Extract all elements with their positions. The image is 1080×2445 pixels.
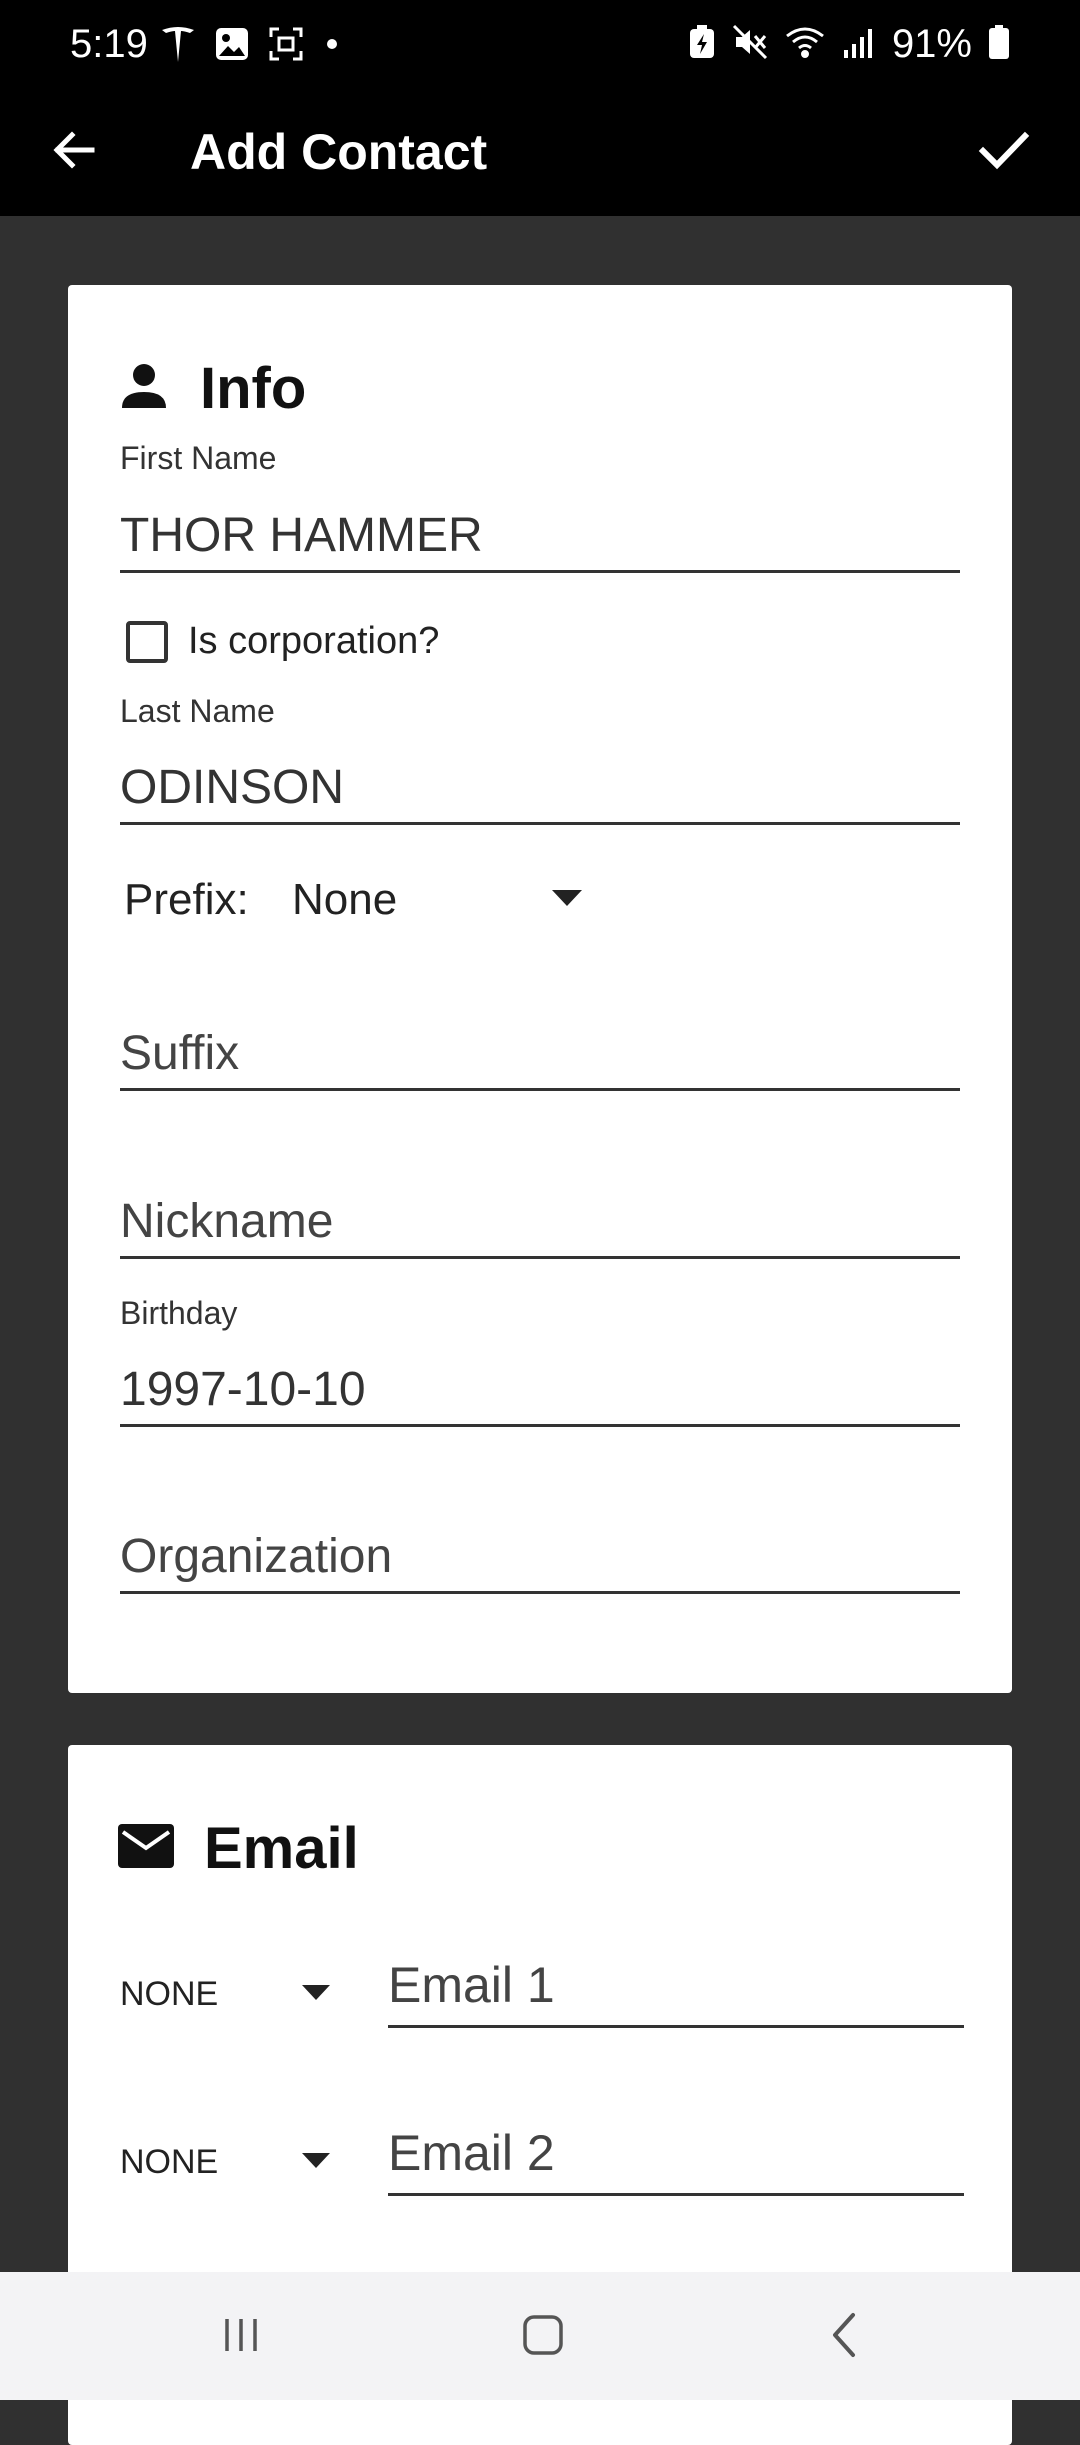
email-title: Email bbox=[204, 1816, 359, 1881]
signal-icon bbox=[842, 24, 876, 65]
person-icon bbox=[118, 360, 170, 417]
dropdown-arrow-icon bbox=[302, 2152, 330, 2173]
back-button[interactable] bbox=[40, 118, 108, 186]
info-header: Info bbox=[118, 355, 306, 422]
prefix-row: Prefix: None bbox=[124, 875, 582, 925]
nickname-field[interactable] bbox=[120, 1186, 960, 1259]
prefix-value: None bbox=[292, 875, 398, 924]
back-icon bbox=[825, 2310, 865, 2365]
email-type-value: NONE bbox=[120, 2143, 219, 2181]
nav-back-button[interactable] bbox=[810, 2302, 880, 2372]
wifi-icon bbox=[784, 24, 826, 65]
tesla-icon bbox=[160, 24, 196, 69]
dot-icon bbox=[322, 26, 342, 67]
arrow-left-icon bbox=[50, 126, 98, 179]
dropdown-arrow-icon bbox=[552, 889, 582, 911]
mail-icon bbox=[118, 1822, 174, 1875]
recent-apps-icon bbox=[219, 2313, 263, 2362]
status-left-icons bbox=[160, 24, 342, 69]
save-button[interactable] bbox=[968, 116, 1040, 188]
dropdown-arrow-icon bbox=[302, 1984, 330, 2005]
is-corporation-label: Is corporation? bbox=[188, 620, 440, 662]
status-bar: 5:19 91% bbox=[0, 0, 1080, 88]
organization-field[interactable] bbox=[120, 1521, 960, 1594]
info-title: Info bbox=[200, 356, 307, 421]
mute-icon bbox=[732, 24, 768, 65]
last-name-label: Last Name bbox=[120, 693, 275, 729]
is-corporation-checkbox[interactable]: Is corporation? bbox=[126, 620, 439, 663]
prefix-dropdown[interactable]: None bbox=[292, 875, 582, 925]
email-header: Email bbox=[118, 1815, 359, 1882]
first-name-field[interactable] bbox=[120, 500, 960, 573]
system-nav-bar bbox=[0, 2272, 1080, 2400]
email-type-value: NONE bbox=[120, 1975, 219, 2013]
last-name-field[interactable] bbox=[120, 752, 960, 825]
home-icon bbox=[520, 2312, 566, 2363]
home-button[interactable] bbox=[508, 2302, 578, 2372]
battery-percent: 91% bbox=[891, 22, 972, 66]
birthday-label: Birthday bbox=[120, 1295, 238, 1331]
check-icon bbox=[978, 124, 1030, 181]
status-time: 5:19 bbox=[70, 22, 148, 66]
email-row: NONE bbox=[120, 2113, 964, 2203]
first-name-label: First Name bbox=[120, 440, 277, 476]
email-row: NONE bbox=[120, 1945, 964, 2035]
email-type-dropdown[interactable]: NONE bbox=[120, 1975, 330, 2014]
checkbox-box[interactable] bbox=[126, 620, 168, 663]
email-2-field[interactable] bbox=[388, 2113, 964, 2196]
email-1-field[interactable] bbox=[388, 1945, 964, 2028]
battery-saver-icon bbox=[688, 24, 716, 65]
birthday-field[interactable] bbox=[120, 1354, 960, 1427]
app-bar: Add Contact bbox=[0, 88, 1080, 216]
page-title: Add Contact bbox=[190, 124, 488, 180]
prefix-label: Prefix: bbox=[124, 875, 249, 924]
recent-apps-button[interactable] bbox=[206, 2302, 276, 2372]
email-type-dropdown[interactable]: NONE bbox=[120, 2143, 330, 2182]
status-right: 91% bbox=[688, 18, 1010, 70]
screenshot-icon bbox=[268, 26, 304, 67]
battery-icon bbox=[988, 24, 1010, 65]
info-card: Info First Name Is corporation? Last Nam… bbox=[68, 285, 1012, 1693]
suffix-field[interactable] bbox=[120, 1018, 960, 1091]
image-icon bbox=[214, 26, 250, 67]
